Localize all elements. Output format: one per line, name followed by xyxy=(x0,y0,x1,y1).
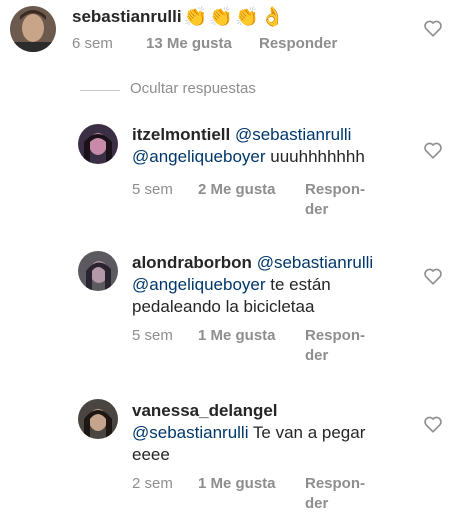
main-comment-username[interactable]: sebastianrulli xyxy=(72,7,182,26)
avatar-vanessa-delangel[interactable] xyxy=(78,399,118,439)
heart-icon[interactable] xyxy=(423,415,443,433)
avatar-sebastianrulli[interactable] xyxy=(10,6,56,52)
reply-1-username[interactable]: itzelmontiell xyxy=(132,125,230,144)
reply-1-likes[interactable]: 2 Me gusta xyxy=(198,180,276,200)
clap-emoji-1: 👏 xyxy=(183,7,208,28)
reply-1-text: itzelmontiell @sebastianrulli @angelique… xyxy=(132,124,365,168)
reply-1-mention-1[interactable]: @sebastianrulli xyxy=(235,125,351,144)
avatar-itzelmontiell[interactable] xyxy=(78,124,118,164)
reply-3-reply-line2: der xyxy=(305,495,329,512)
reply-2-mention-2[interactable]: @angeliqueboyer xyxy=(132,275,266,294)
reply-1-time: 5 sem xyxy=(132,181,173,198)
reply-3-body-line1: Te van a pegar xyxy=(248,423,366,442)
reply-3-reply-button[interactable]: Respon- der xyxy=(305,474,365,514)
clap-emoji-2: 👏 xyxy=(209,7,233,28)
reply-1-reply-line2: der xyxy=(305,201,329,218)
main-comment-reply-button[interactable]: Responder xyxy=(259,34,337,54)
hide-replies-divider xyxy=(80,90,120,91)
reply-3-time: 2 sem xyxy=(132,475,173,492)
reply-2-body-line1: te están xyxy=(265,275,331,294)
reply-3-mention-1[interactable]: @sebastianrulli xyxy=(132,423,248,442)
reply-2-text: alondraborbon @sebastianrulli @angelique… xyxy=(132,252,373,318)
reply-2-reply-line1: Respon- xyxy=(305,327,365,344)
reply-2-reply-line2: der xyxy=(305,347,329,364)
reply-3-text: vanessa_delangel @sebastianrulli Te van … xyxy=(132,400,365,466)
heart-icon[interactable] xyxy=(423,19,443,37)
reply-2-body-line2: pedaleando la bicicletaa xyxy=(132,297,315,316)
reply-2-reply-button[interactable]: Respon- der xyxy=(305,326,365,366)
hide-replies-button[interactable]: Ocultar respuestas xyxy=(130,80,256,97)
ok-hand-emoji: 👌 xyxy=(260,7,285,28)
avatar-alondraborbon[interactable] xyxy=(78,251,118,291)
reply-2-username[interactable]: alondraborbon xyxy=(132,253,252,272)
reply-1-mention-2[interactable]: @angeliqueboyer xyxy=(132,147,266,166)
reply-1-reply-button[interactable]: Respon- der xyxy=(305,180,365,220)
reply-3-username[interactable]: vanessa_delangel xyxy=(132,401,278,420)
reply-3-likes[interactable]: 1 Me gusta xyxy=(198,474,276,494)
reply-2-likes[interactable]: 1 Me gusta xyxy=(198,326,276,346)
heart-icon[interactable] xyxy=(423,267,443,285)
reply-3-reply-line1: Respon- xyxy=(305,475,365,492)
main-comment-text: sebastianrulli 👏 👏 👏 👌 xyxy=(72,6,284,29)
heart-icon[interactable] xyxy=(423,141,443,159)
reply-1-body: uuuhhhhhhh xyxy=(265,147,365,166)
reply-2-time: 5 sem xyxy=(132,327,173,344)
reply-3-body-line2: eeee xyxy=(132,445,170,464)
main-comment-time: 6 sem xyxy=(72,35,113,52)
reply-2-mention-1[interactable]: @sebastianrulli xyxy=(257,253,373,272)
reply-1-reply-line1: Respon- xyxy=(305,181,365,198)
main-comment-likes[interactable]: 13 Me gusta xyxy=(146,34,232,54)
clap-emoji-3: 👏 xyxy=(234,7,259,28)
